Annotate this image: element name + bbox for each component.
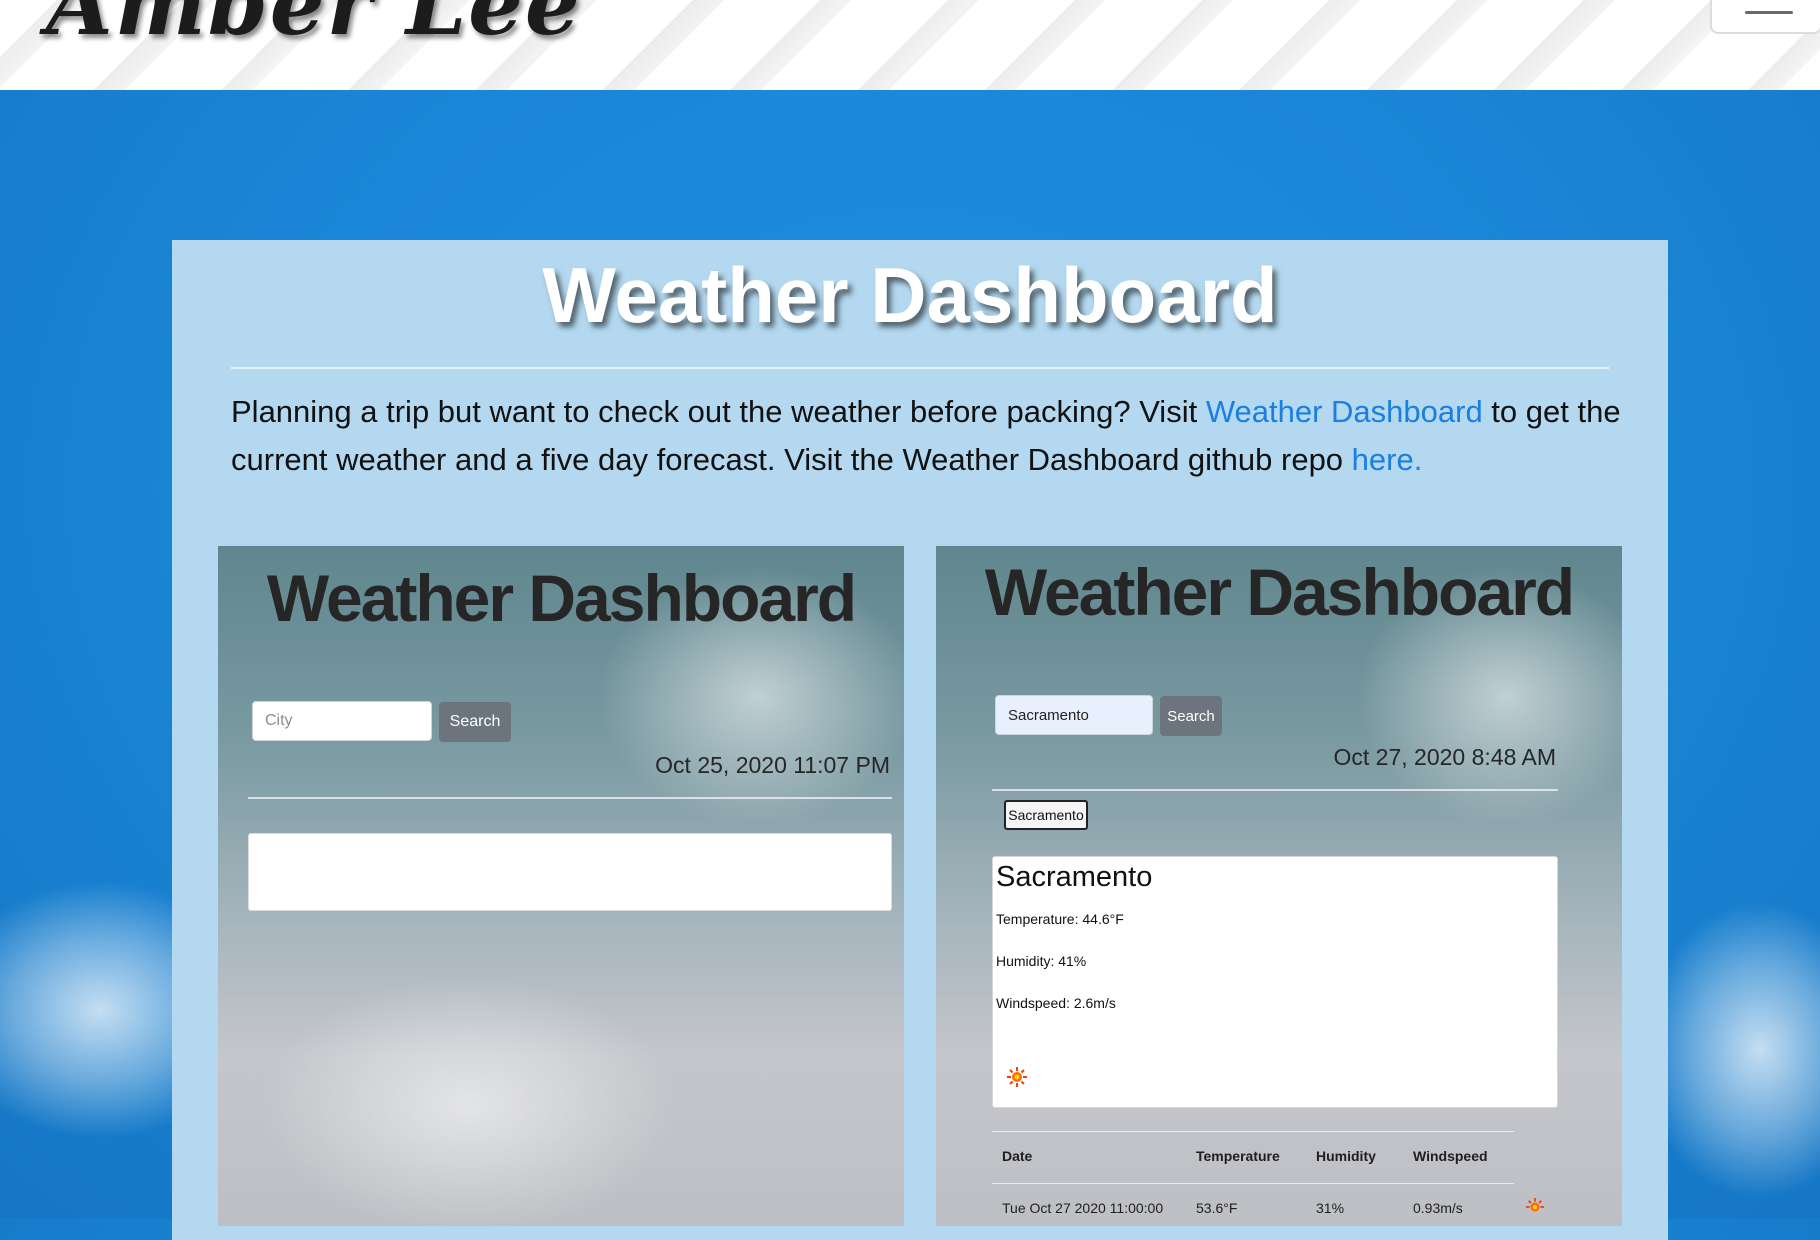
screenshot-title: Weather Dashboard <box>984 555 1575 629</box>
menu-toggle-button[interactable] <box>1710 0 1820 34</box>
sun-icon <box>1526 1198 1544 1212</box>
forecast-header-temperature: Temperature <box>1196 1148 1280 1164</box>
current-weather-box-empty <box>248 833 892 911</box>
screenshot-title: Weather Dashboard <box>266 561 857 635</box>
forecast-header-rule <box>992 1183 1514 1184</box>
site-header: Amber Lee <box>0 0 1820 90</box>
site-logo-signature[interactable]: Amber Lee <box>46 0 582 55</box>
sun-icon <box>1007 1067 1027 1087</box>
weather-dashboard-link[interactable]: Weather Dashboard <box>1206 394 1483 429</box>
forecast-header-date: Date <box>1002 1148 1033 1164</box>
current-datetime: Oct 27, 2020 8:48 AM <box>1333 744 1556 770</box>
current-weather-box: Sacramento Temperature: 44.6°F Humidity:… <box>992 856 1558 1108</box>
forecast-row-date: Tue Oct 27 2020 11:00:00 <box>1002 1200 1164 1216</box>
hamburger-icon <box>1745 11 1793 14</box>
forecast-header-windspeed: Windspeed <box>1413 1148 1488 1164</box>
title-divider <box>231 367 1609 369</box>
current-city-name: Sacramento <box>996 861 1153 893</box>
header-divider <box>248 797 892 799</box>
header-divider <box>992 789 1558 791</box>
current-windspeed: Windspeed: 2.6m/s <box>996 995 1116 1011</box>
project-description: Planning a trip but want to check out th… <box>231 388 1621 484</box>
search-button[interactable]: Search <box>1160 696 1222 736</box>
forecast-row-windspeed: 0.93m/s <box>1413 1200 1463 1216</box>
search-button[interactable]: Search <box>439 702 511 742</box>
current-datetime: Oct 25, 2020 11:07 PM <box>655 752 890 778</box>
city-search-input[interactable] <box>995 695 1153 735</box>
github-repo-link[interactable]: here. <box>1352 442 1423 477</box>
description-text-1: Planning a trip but want to check out th… <box>231 394 1206 429</box>
search-history-city-button[interactable]: Sacramento <box>1004 800 1088 830</box>
city-search-input[interactable] <box>252 701 432 741</box>
forecast-row-humidity: 31% <box>1316 1200 1345 1216</box>
forecast-header-humidity: Humidity <box>1316 1148 1376 1164</box>
screenshot-empty-dashboard: Weather Dashboard Search Oct 25, 2020 11… <box>218 546 904 1226</box>
current-temperature: Temperature: 44.6°F <box>996 911 1124 927</box>
current-humidity: Humidity: 41% <box>996 953 1087 969</box>
forecast-top-rule <box>992 1131 1514 1132</box>
cloud-glow <box>258 976 678 1226</box>
screenshot-sacramento-dashboard: Weather Dashboard Search Oct 27, 2020 8:… <box>936 546 1622 1226</box>
forecast-row-temperature: 53.6°F <box>1196 1200 1238 1216</box>
project-title: Weather Dashboard <box>542 251 1278 339</box>
